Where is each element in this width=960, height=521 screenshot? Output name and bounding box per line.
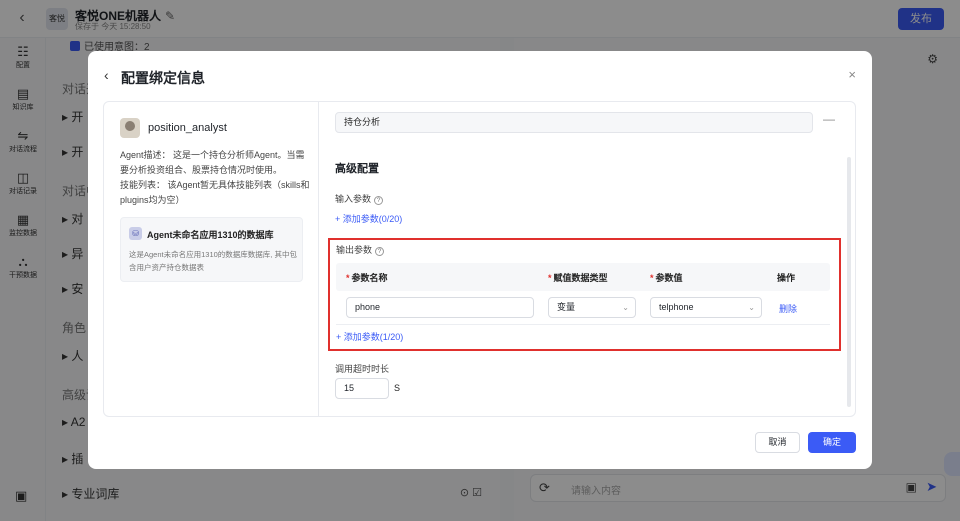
- output-params-text: 输出参数: [336, 245, 373, 255]
- data-type-select[interactable]: 变量 ⌄: [548, 297, 636, 318]
- table-header: * 参数名称 * 赋值数据类型 * 参数值 操作: [336, 263, 830, 291]
- modal-title: 配置绑定信息: [121, 70, 205, 86]
- binding-config-panel: 持仓分析 — 高级配置 输入参数? + 添加参数(0/20) 输出参数? * 参数…: [320, 102, 855, 416]
- scrollbar[interactable]: [847, 157, 851, 407]
- agent-desc-text: Agent描述： 这是一个持仓分析师Agent。当需要分析投资组合、股票持仓情况…: [120, 150, 305, 175]
- header-text: 参数名称: [351, 273, 388, 283]
- database-title: Agent未命名应用1310的数据库: [147, 230, 274, 240]
- timeout-unit: S: [394, 383, 401, 393]
- delete-param-button[interactable]: 删除: [779, 302, 797, 315]
- header-param-value: * 参数值: [650, 271, 683, 284]
- database-card: ⛁ Agent未命名应用1310的数据库 这是Agent未命名应用1310的数据…: [120, 217, 303, 282]
- help-icon[interactable]: ?: [374, 196, 384, 205]
- output-params-section: 输出参数? * 参数名称 * 赋值数据类型 * 参数值 操作 phone 变量 ⌄: [328, 238, 841, 351]
- output-params-label: 输出参数?: [336, 243, 385, 256]
- collapse-icon[interactable]: —: [823, 112, 835, 126]
- agent-name: position_analyst: [148, 122, 227, 134]
- add-output-param-button[interactable]: + 添加参数(1/20): [336, 330, 403, 343]
- close-icon[interactable]: ×: [848, 67, 856, 82]
- required-mark: *: [346, 273, 350, 283]
- database-description: 这是Agent未命名应用1310的数据库数据库, 其中包含用户资产持仓数据表: [129, 250, 297, 272]
- required-mark: *: [650, 273, 654, 283]
- cancel-button[interactable]: 取消: [755, 432, 800, 453]
- modal-body: position_analyst Agent描述： 这是一个持仓分析师Agent…: [103, 101, 856, 417]
- agent-info-panel: position_analyst Agent描述： 这是一个持仓分析师Agent…: [104, 102, 319, 416]
- agent-skills-text: 技能列表： 该Agent暂无具体技能列表（skills和plugins均为空）: [120, 180, 310, 205]
- data-type-value: 变量: [557, 302, 576, 312]
- add-input-param-button[interactable]: + 添加参数(0/20): [335, 212, 402, 225]
- param-value-text: telphone: [659, 302, 694, 312]
- database-icon: ⛁: [129, 227, 142, 240]
- advanced-config-title: 高级配置: [335, 163, 379, 175]
- agent-description: Agent描述： 这是一个持仓分析师Agent。当需要分析投资组合、股票持仓情况…: [120, 148, 310, 208]
- back-icon[interactable]: ‹: [104, 67, 109, 83]
- header-text: 参数值: [655, 273, 683, 283]
- chevron-down-icon: ⌄: [748, 303, 755, 312]
- param-name-input[interactable]: phone: [346, 297, 534, 318]
- input-params-text: 输入参数: [335, 194, 372, 204]
- skill-name-input[interactable]: 持仓分析: [335, 112, 813, 133]
- header-text: 赋值数据类型: [553, 273, 608, 283]
- chevron-down-icon: ⌄: [622, 303, 629, 312]
- param-value-select[interactable]: telphone ⌄: [650, 297, 762, 318]
- table-row: phone 变量 ⌄ telphone ⌄ 删除: [336, 291, 830, 325]
- agent-avatar: [120, 118, 140, 138]
- help-icon[interactable]: ?: [375, 247, 385, 256]
- bind-config-modal: ‹ 配置绑定信息 × position_analyst Agent描述： 这是一…: [88, 51, 872, 469]
- input-params-label: 输入参数?: [335, 192, 384, 205]
- confirm-button[interactable]: 确定: [808, 432, 856, 453]
- required-mark: *: [548, 273, 552, 283]
- header-param-name: * 参数名称: [346, 271, 388, 284]
- timeout-input[interactable]: 15: [335, 378, 389, 399]
- header-data-type: * 赋值数据类型: [548, 271, 608, 284]
- timeout-label: 调用超时时长: [335, 364, 390, 374]
- header-action: 操作: [777, 273, 796, 283]
